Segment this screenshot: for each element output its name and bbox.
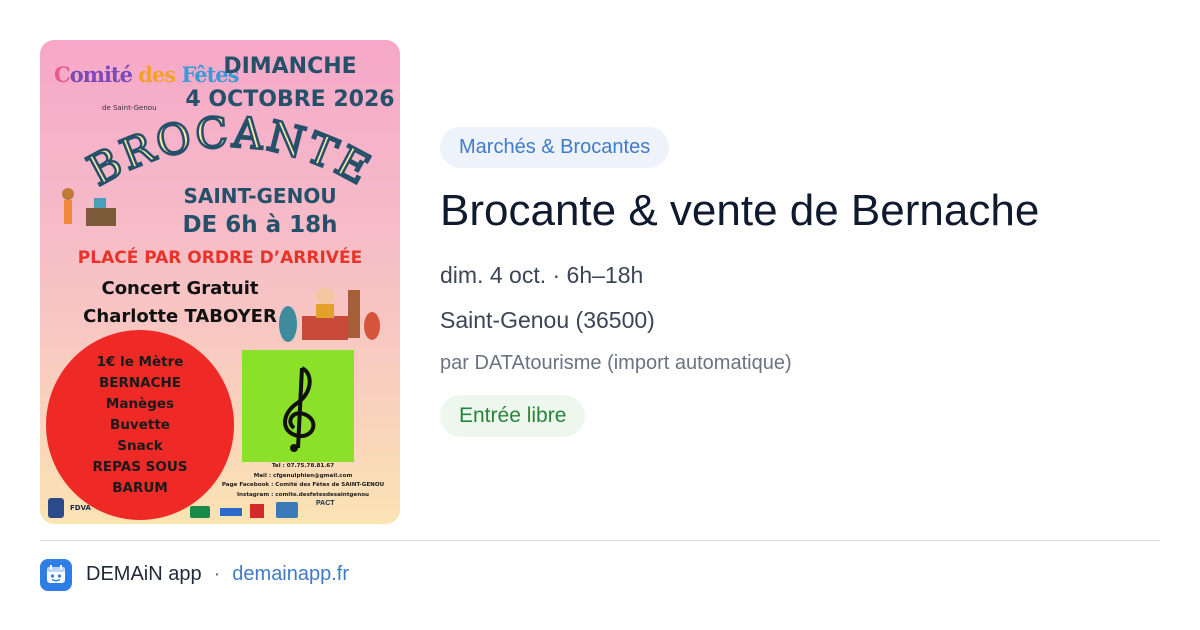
app-name: DEMAiN app bbox=[86, 563, 202, 585]
event-title: Brocante & vente de Bernache bbox=[440, 186, 1040, 235]
footer-separator: · bbox=[213, 563, 221, 585]
demain-app-icon bbox=[40, 558, 72, 591]
poster-placement: PLACÉ PAR ORDRE D’ARRIVÉE bbox=[77, 248, 363, 268]
poster-hours: DE 6h à 18h bbox=[182, 212, 338, 238]
event-datetime: dim. 4 oct. · 6h–18h bbox=[440, 262, 644, 288]
music-note-logo bbox=[242, 350, 354, 462]
sponsor-logo bbox=[48, 498, 64, 518]
logo-subtitle: de Saint-Genou bbox=[102, 104, 157, 112]
category-badge[interactable]: Marchés & Brocantes bbox=[440, 127, 670, 168]
poster-decoration bbox=[62, 188, 116, 226]
event-poster-image: Comité des Fêtes de Saint-Genou DIMANCHE… bbox=[40, 40, 400, 524]
sponsor-logo bbox=[190, 506, 210, 518]
sponsor-logo bbox=[220, 508, 242, 516]
poster-sponsor-logos: FDVA PACT bbox=[40, 492, 400, 524]
brocante-illustration bbox=[279, 287, 380, 342]
event-location: Saint-Genou (36500) bbox=[440, 307, 655, 333]
app-url-link[interactable]: demainapp.fr bbox=[232, 563, 349, 586]
footer: DEMAiN app · demainapp.fr bbox=[40, 558, 349, 591]
svg-text:BROCANTE: BROCANTE bbox=[80, 112, 380, 195]
sponsor-logo bbox=[250, 504, 264, 518]
price-badge: Entrée libre bbox=[440, 395, 586, 437]
poster-date: DIMANCHE 4 OCTOBRE 2026 bbox=[185, 54, 395, 112]
app-logo-icon bbox=[47, 564, 65, 583]
divider bbox=[40, 540, 1160, 541]
event-source: par DATAtourisme (import automatique) bbox=[440, 352, 792, 374]
treble-clef-icon bbox=[283, 366, 316, 452]
sponsor-logo bbox=[276, 502, 298, 518]
poster-city: SAINT-GENOU bbox=[183, 184, 337, 208]
